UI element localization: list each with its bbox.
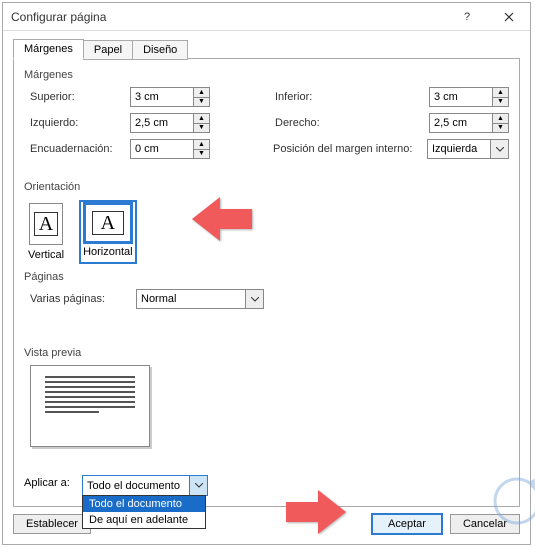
set-default-button[interactable]: Establecer [13, 514, 91, 534]
annotation-arrow-icon [192, 197, 252, 241]
top-margin-spinner[interactable]: ▲▼ [130, 87, 210, 107]
top-margin-label: Superior: [24, 91, 130, 103]
ok-button[interactable]: Aceptar [372, 514, 442, 534]
orientation-vertical[interactable]: A Vertical [28, 203, 64, 261]
pages-group-label: Páginas [24, 271, 509, 283]
bottom-margin-input[interactable] [429, 87, 493, 107]
right-margin-label: Derecho: [269, 117, 429, 129]
tab-strip: Márgenes Papel Diseño [3, 31, 530, 59]
tab-margins[interactable]: Márgenes [13, 39, 84, 59]
tab-design[interactable]: Diseño [132, 40, 188, 60]
spin-up-icon[interactable]: ▲ [194, 88, 209, 98]
orientation-horizontal[interactable]: A Horizontal [82, 203, 134, 261]
page-setup-dialog: Configurar página ? Márgenes Papel Diseñ… [2, 2, 531, 545]
apply-to-value[interactable] [83, 476, 189, 495]
dialog-title: Configurar página [11, 10, 446, 24]
portrait-icon: A [34, 212, 58, 236]
left-margin-spinner[interactable]: ▲▼ [130, 113, 210, 133]
close-button[interactable] [488, 3, 530, 31]
orientation-vertical-label: Vertical [28, 249, 64, 261]
chevron-down-icon[interactable] [189, 476, 207, 495]
apply-option-forward[interactable]: De aquí en adelante [83, 512, 205, 528]
multi-pages-select[interactable] [136, 289, 264, 309]
watermark-icon [487, 471, 535, 531]
orientation-horizontal-label: Horizontal [83, 246, 133, 258]
apply-to-label: Aplicar a: [24, 475, 82, 489]
right-margin-input[interactable] [429, 113, 493, 133]
gutter-label: Encuadernación: [24, 143, 130, 155]
left-margin-input[interactable] [130, 113, 194, 133]
annotation-arrow-icon [286, 490, 346, 534]
chevron-down-icon[interactable] [246, 289, 264, 309]
apply-option-whole-doc[interactable]: Todo el documento [83, 496, 205, 512]
top-margin-input[interactable] [130, 87, 194, 107]
chevron-down-icon[interactable] [491, 139, 509, 159]
gutter-pos-select[interactable] [427, 139, 509, 159]
title-bar: Configurar página ? [3, 3, 530, 31]
preview-thumbnail [30, 365, 150, 447]
multi-pages-label: Varias páginas: [24, 293, 136, 305]
gutter-spinner[interactable]: ▲▼ [130, 139, 210, 159]
gutter-pos-label: Posición del margen interno: [267, 143, 427, 155]
spin-down-icon[interactable]: ▼ [194, 98, 209, 107]
margins-group-label: Márgenes [24, 69, 509, 81]
tab-panel: Márgenes Superior: ▲▼ Inferior: ▲▼ Izqui… [13, 58, 520, 507]
gutter-input[interactable] [130, 139, 194, 159]
orientation-group-label: Orientación [24, 181, 509, 193]
tab-paper[interactable]: Papel [83, 40, 133, 60]
apply-to-dropdown-menu: Todo el documento De aquí en adelante [82, 495, 206, 529]
gutter-pos-value[interactable] [427, 139, 491, 159]
landscape-icon: A [92, 211, 124, 235]
help-button[interactable]: ? [446, 3, 488, 31]
close-icon [504, 12, 514, 22]
preview-group-label: Vista previa [24, 347, 509, 359]
right-margin-spinner[interactable]: ▲▼ [429, 113, 509, 133]
apply-to-select[interactable]: Todo el documento De aquí en adelante [82, 475, 208, 496]
left-margin-label: Izquierdo: [24, 117, 130, 129]
bottom-margin-label: Inferior: [269, 91, 429, 103]
multi-pages-value[interactable] [136, 289, 246, 309]
bottom-margin-spinner[interactable]: ▲▼ [429, 87, 509, 107]
